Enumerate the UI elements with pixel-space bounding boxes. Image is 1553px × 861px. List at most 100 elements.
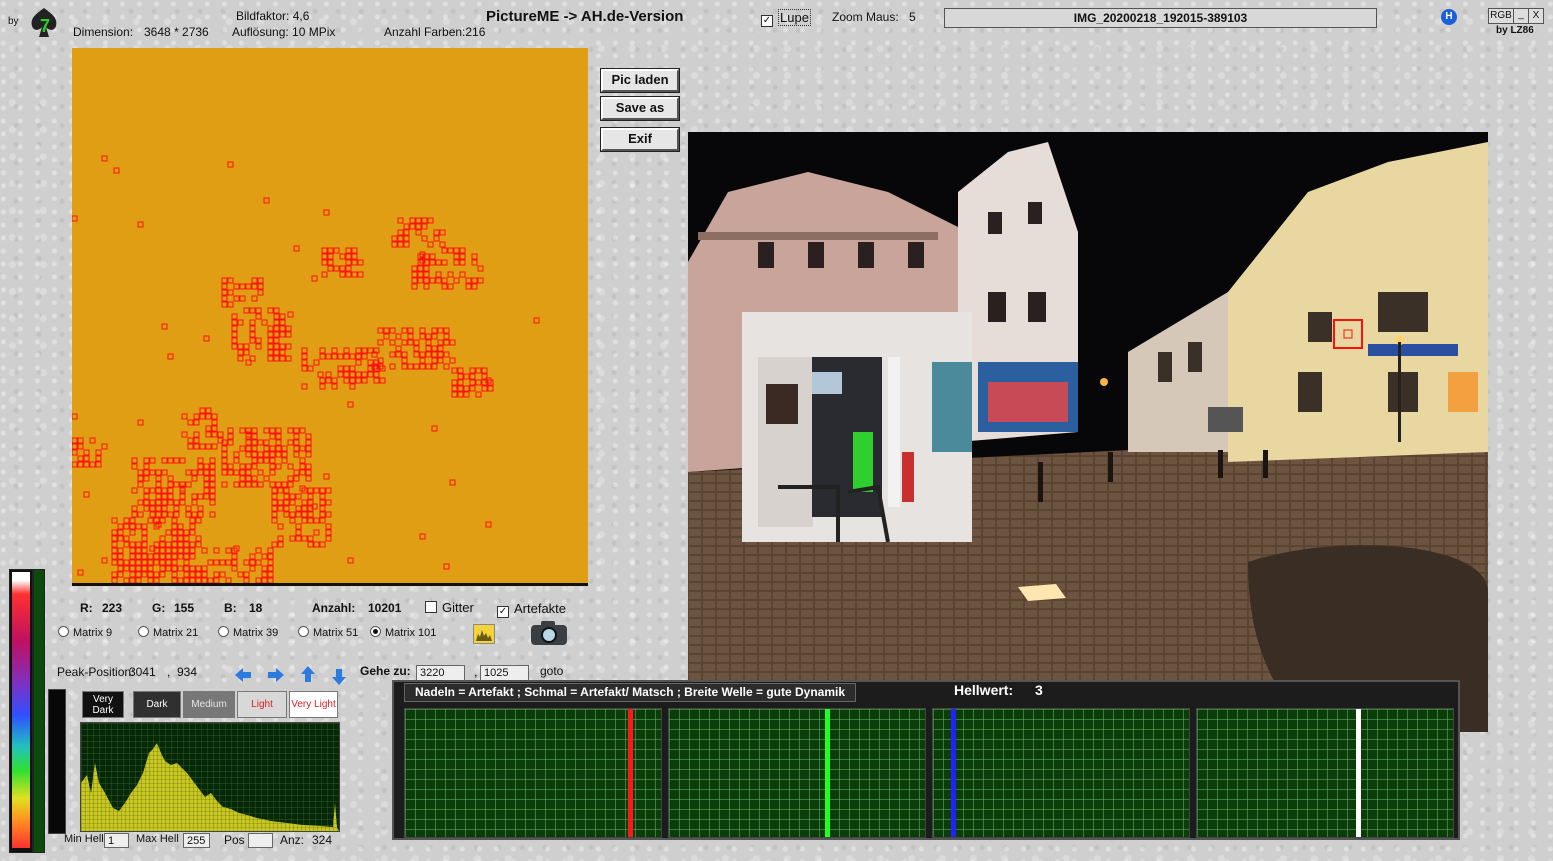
artifact-cell <box>135 523 142 530</box>
matrix-radio-9[interactable]: Matrix 9 <box>58 626 112 639</box>
artifact-cell <box>325 377 332 384</box>
close-button[interactable]: X <box>1528 8 1544 24</box>
artifact-cell <box>255 337 262 344</box>
goto-x-input[interactable]: 3220 <box>416 665 465 681</box>
g-label: G: <box>152 601 166 615</box>
artifact-cell <box>117 571 124 578</box>
artifact-cell <box>171 559 178 566</box>
artifact-cell <box>237 343 244 350</box>
min-hell-field[interactable]: 1 <box>104 833 129 848</box>
artifact-cell <box>351 271 358 278</box>
artifact-cell <box>295 523 302 530</box>
artifact-cell <box>361 353 368 360</box>
artifact-cell <box>459 247 466 254</box>
artifact-cell <box>343 377 350 384</box>
artifact-cell <box>147 517 154 524</box>
artifact-cell <box>487 385 494 392</box>
artifact-cell <box>411 283 418 290</box>
artifact-cell <box>401 327 408 334</box>
matrix-radio-51[interactable]: Matrix 51 <box>298 626 358 639</box>
minimize-button[interactable]: _ <box>1513 8 1529 24</box>
artifact-cell <box>179 457 186 464</box>
arrow-up-icon[interactable] <box>298 664 318 684</box>
goto-button[interactable]: goto <box>540 664 563 678</box>
artifact-cell <box>205 407 212 414</box>
artifact-cell <box>435 259 442 266</box>
artifact-cell <box>355 347 362 354</box>
artifact-cell <box>263 451 270 458</box>
artifact-cell <box>263 475 270 482</box>
artifact-cell <box>221 283 228 290</box>
tab-dark[interactable]: Dark <box>133 691 181 718</box>
artifact-cell <box>237 571 244 578</box>
save-as-button[interactable]: Save as <box>600 96 680 121</box>
artefakte-checkbox[interactable]: ✓ Artefakte <box>497 601 566 618</box>
arrow-left-icon[interactable] <box>233 665 253 685</box>
artifact-cell <box>161 493 168 500</box>
anz-value: 324 <box>312 833 333 847</box>
artifact-cell <box>221 469 228 476</box>
rgb-button[interactable]: RGB <box>1488 8 1514 24</box>
artifact-cell <box>307 541 314 548</box>
artifact-cell <box>257 277 264 284</box>
artifact-cell <box>419 357 426 364</box>
artifact-cell <box>285 331 292 338</box>
artifact-cell <box>205 413 212 420</box>
artifact-cell <box>283 511 290 518</box>
histogram-icon[interactable] <box>473 624 495 644</box>
artifact-cell <box>471 283 478 290</box>
matrix-radio-21[interactable]: Matrix 21 <box>138 626 198 639</box>
tab-light[interactable]: Light <box>237 691 287 718</box>
gitter-checkbox[interactable]: Gitter <box>425 600 474 615</box>
pic-laden-button[interactable]: Pic laden <box>600 68 680 93</box>
zoom-view[interactable] <box>72 48 588 586</box>
artifact-cell <box>183 571 190 578</box>
artifact-cell <box>137 221 144 228</box>
artifact-cell <box>159 541 166 548</box>
artifact-cell <box>269 427 276 434</box>
artifact-cell <box>147 565 154 572</box>
artifact-cell <box>413 363 420 370</box>
artifact-cell <box>111 571 118 578</box>
artifact-cell <box>355 371 362 378</box>
artifact-cell <box>221 301 228 308</box>
max-hell-field[interactable]: 255 <box>183 833 210 848</box>
goto-y-input[interactable]: 1025 <box>480 665 529 681</box>
artifact-cell <box>281 451 288 458</box>
artifact-cell <box>171 541 178 548</box>
artifact-cell <box>189 577 196 583</box>
artifact-cell <box>357 259 364 266</box>
tab-very-light[interactable]: Very Light <box>289 691 338 718</box>
matrix-51-label: Matrix 51 <box>313 627 359 639</box>
artifact-cell <box>195 571 202 578</box>
svg-text:7: 7 <box>40 16 50 36</box>
exif-button[interactable]: Exif <box>600 127 680 152</box>
arrow-right-icon[interactable] <box>266 665 286 685</box>
artifact-cell <box>221 277 228 284</box>
main-photo[interactable] <box>688 132 1488 732</box>
arrow-down-icon[interactable] <box>329 667 349 687</box>
artifact-cell <box>355 377 362 384</box>
lupe-checkbox[interactable]: ✓ Lupe <box>761 9 811 27</box>
artifact-cell <box>261 553 268 560</box>
artifact-cell <box>183 535 190 542</box>
artifact-cell <box>419 327 426 334</box>
artifact-cell <box>373 371 380 378</box>
tab-very-dark[interactable]: Very Dark <box>82 691 124 718</box>
artifact-cell <box>331 377 338 384</box>
artifact-cell <box>143 475 150 482</box>
artifact-cell <box>243 571 250 578</box>
help-icon[interactable]: H <box>1441 9 1457 25</box>
artifact-cell <box>72 443 78 450</box>
tab-medium[interactable]: Medium <box>183 691 235 718</box>
artifact-cell <box>155 481 162 488</box>
artifact-cell <box>279 343 286 350</box>
artifact-cell <box>389 351 396 358</box>
matrix-radio-101[interactable]: Matrix 101 <box>370 626 436 639</box>
camera-icon[interactable] <box>530 620 568 646</box>
pos-field[interactable] <box>248 833 273 848</box>
artifact-cell <box>401 363 408 370</box>
matrix-radio-39[interactable]: Matrix 39 <box>218 626 278 639</box>
artifact-cell <box>191 469 198 476</box>
artifact-cell <box>305 463 312 470</box>
